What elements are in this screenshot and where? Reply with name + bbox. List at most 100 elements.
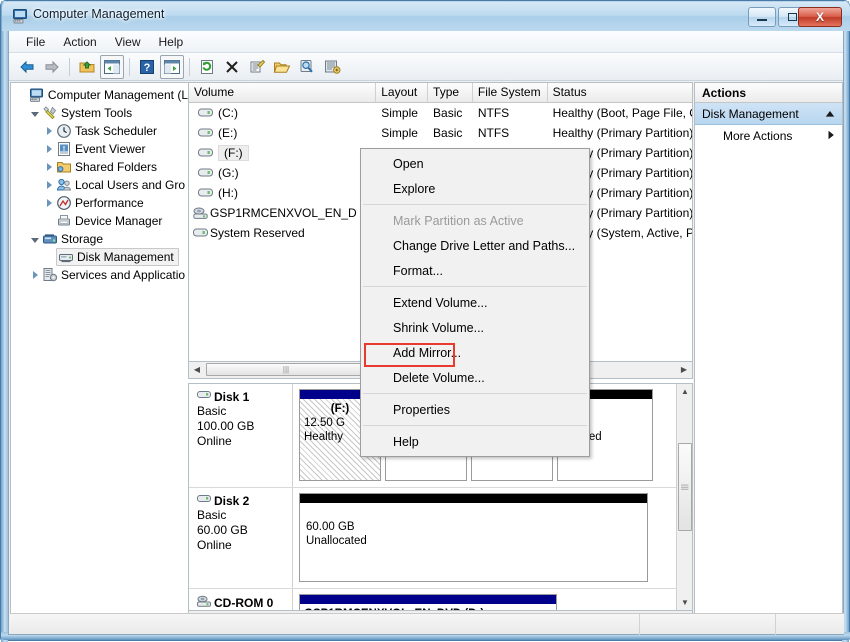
column-header-volume[interactable]: Volume (189, 83, 377, 102)
delete-icon[interactable] (220, 55, 244, 79)
tree-item-performance[interactable]: Performance (14, 194, 188, 212)
forward-icon[interactable] (40, 55, 64, 79)
disk-name: Disk 1 (214, 390, 250, 404)
up-folder-icon[interactable] (75, 55, 99, 79)
disk-info: Disk 1 Basic 100.00 GB Online (189, 384, 293, 487)
tree-item-system-tools[interactable]: System Tools (14, 104, 188, 122)
actions-group-label: Disk Management (702, 106, 799, 121)
tree-root-container: Computer Management (L System Tools Task… (11, 83, 188, 284)
context-menu-item-extend-volume[interactable]: Extend Volume... (361, 290, 589, 315)
tree-expander-closed[interactable] (42, 158, 56, 176)
partition-status: Unallocated (306, 535, 367, 547)
context-menu-item-help[interactable]: Help (361, 429, 589, 454)
minimize-button[interactable] (748, 7, 776, 27)
tree-expander-closed[interactable] (42, 176, 56, 194)
status-cell-2 (640, 614, 776, 635)
tree-item-local-users-and-groups[interactable]: Local Users and Gro (14, 176, 188, 194)
menu-file[interactable]: File (17, 33, 54, 51)
scroll-down-arrow[interactable]: ▼ (677, 595, 692, 610)
context-menu-item-format[interactable]: Format... (361, 258, 589, 283)
status-cell-3 (776, 614, 844, 635)
back-icon[interactable] (15, 55, 39, 79)
column-header-file-system[interactable]: File System (473, 83, 548, 102)
volume-icon (198, 127, 213, 139)
partition-dvd[interactable]: GSP1RMCENXVOL_EN_DVD (D:) (299, 594, 557, 610)
partition-capacity-bar (300, 595, 556, 604)
toolbar-separator (129, 57, 130, 76)
tree-item-task-scheduler[interactable]: Task Scheduler (14, 122, 188, 140)
action-more-actions[interactable]: More Actions (695, 125, 842, 147)
tree-item-label: Device Manager (75, 214, 163, 228)
context-menu-item-open[interactable]: Open (361, 151, 589, 176)
tree-item-event-viewer[interactable]: ! Event Viewer (14, 140, 188, 158)
tree-expander-none (42, 248, 56, 266)
volume-icon (198, 147, 213, 159)
disk-row[interactable]: Disk 2 Basic 60.00 GB Online 60.00 GB Un… (189, 488, 692, 589)
actions-group-disk-management[interactable]: Disk Management (695, 103, 842, 125)
context-menu-item-delete-volume[interactable]: Delete Volume... (361, 365, 589, 390)
shared-folders-icon (56, 159, 72, 175)
column-header-type[interactable]: Type (428, 83, 473, 102)
tree-expander[interactable] (16, 86, 29, 104)
disk-info: CD-ROM 0 DVD (189, 589, 293, 610)
refresh-icon[interactable] (195, 55, 219, 79)
tree-item-storage[interactable]: Storage (14, 230, 188, 248)
sidebar-item-label: Disk Management (77, 250, 174, 264)
tree-item-computer-management[interactable]: Computer Management (L (14, 86, 188, 104)
disk-partitions: GSP1RMCENXVOL_EN_DVD (D:) (293, 589, 692, 610)
scroll-right-arrow[interactable]: ▶ (676, 362, 692, 377)
graphical-view-vertical-scrollbar[interactable]: ▲ ||| ▼ (676, 384, 692, 610)
tree-expander-closed[interactable] (42, 194, 56, 212)
context-menu-item-add-mirror[interactable]: Add Mirror... (361, 340, 589, 365)
column-header-layout[interactable]: Layout (376, 83, 429, 102)
console-tree[interactable]: Computer Management (L System Tools Task… (10, 82, 188, 614)
disk-partitions: 60.00 GB Unallocated (293, 488, 692, 588)
tree-expander-open[interactable] (28, 230, 42, 248)
scroll-thumb[interactable]: ||| (206, 363, 366, 376)
disk-row[interactable]: CD-ROM 0 DVD GSP1RMCENXVOL_EN_DVD (D:) (189, 589, 692, 610)
disk-title: CD-ROM 0 (197, 595, 288, 610)
scroll-left-arrow[interactable]: ◀ (189, 362, 205, 377)
disk-name: CD-ROM 0 (214, 596, 274, 610)
tree-item-services-and-applications[interactable]: Services and Applicatio (14, 266, 188, 284)
context-menu-item-shrink-volume[interactable]: Shrink Volume... (361, 315, 589, 340)
menu-help[interactable]: Help (150, 33, 193, 51)
tree-item-shared-folders[interactable]: Shared Folders (14, 158, 188, 176)
volume-context-menu[interactable]: Open Explore Mark Partition as Active Ch… (360, 148, 590, 457)
context-menu-item-change-drive-letter-and-paths[interactable]: Change Drive Letter and Paths... (361, 233, 589, 258)
menu-action[interactable]: Action (54, 33, 105, 51)
volume-status: Healthy (Boot, Page File, C (552, 106, 692, 120)
properties-icon[interactable] (245, 55, 269, 79)
chevron-right-icon[interactable] (827, 129, 835, 143)
rescan-disks-icon[interactable] (320, 55, 344, 79)
users-icon (56, 177, 72, 193)
show-hide-action-pane-icon[interactable] (160, 54, 184, 79)
actions-pane: Actions Disk Management More Actions (694, 82, 843, 633)
tree-expander-closed[interactable] (42, 122, 56, 140)
volume-name: System Reserved (210, 226, 305, 240)
tree-expander-closed[interactable] (28, 266, 42, 284)
table-row[interactable]: (C:) Simple Basic NTFS Healthy (Boot, Pa… (189, 103, 692, 123)
status-bar (10, 613, 844, 635)
help-icon[interactable]: ? (135, 55, 159, 79)
context-menu-item-properties[interactable]: Properties (361, 397, 589, 422)
open-folder-icon[interactable] (270, 55, 294, 79)
show-hide-console-tree-icon[interactable] (100, 54, 124, 79)
sidebar-item-disk-management[interactable]: Disk Management (14, 248, 188, 266)
disk-title: Disk 1 (197, 390, 288, 404)
table-row[interactable]: (E:) Simple Basic NTFS Healthy (Primary … (189, 123, 692, 143)
search-icon[interactable] (295, 55, 319, 79)
disk-type: Basic (197, 508, 227, 522)
chevron-up-icon[interactable] (825, 107, 835, 121)
tree-item-device-manager[interactable]: Device Manager (14, 212, 188, 230)
title-bar: Computer Management X (2, 2, 850, 31)
close-button[interactable]: X (798, 7, 842, 27)
scroll-thumb[interactable]: ||| (678, 443, 692, 531)
column-header-status[interactable]: Status (548, 83, 692, 102)
partition-unallocated[interactable]: 60.00 GB Unallocated (299, 493, 648, 582)
tree-expander-closed[interactable] (42, 140, 56, 158)
menu-view[interactable]: View (106, 33, 150, 51)
context-menu-item-explore[interactable]: Explore (361, 176, 589, 201)
tree-expander-open[interactable] (28, 104, 42, 122)
scroll-up-arrow[interactable]: ▲ (677, 384, 692, 399)
